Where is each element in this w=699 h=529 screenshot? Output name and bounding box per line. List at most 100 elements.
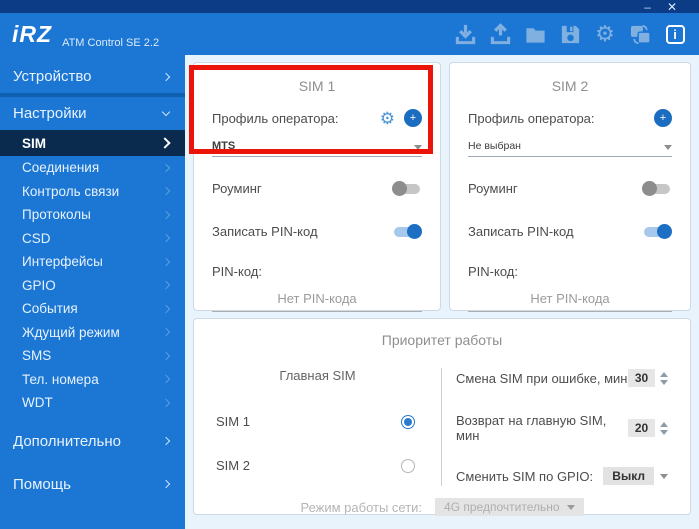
sim1-panel: SIM 1 Профиль оператора: MTS Роуминг Зап… (193, 62, 441, 312)
sidebar-item-events[interactable]: События (0, 297, 185, 321)
sim2-radio[interactable] (401, 458, 415, 473)
sim2-roaming-toggle[interactable] (642, 181, 670, 196)
sim1-pin-input[interactable] (212, 291, 422, 312)
chevron-right-icon (159, 137, 171, 149)
close-button[interactable]: ✕ (667, 1, 677, 13)
sidebar-item-sim[interactable]: SIM (0, 130, 185, 156)
priority-panel: Приоритет работы Главная SIM SIM 1 SIM 2… (193, 318, 691, 516)
sim2-operator-dropdown[interactable]: Не выбран (468, 140, 672, 157)
download-icon[interactable] (453, 22, 477, 46)
sidebar-item-device[interactable]: Устройство (0, 60, 185, 93)
sidebar-item-label: События (22, 301, 78, 317)
priority-fields-column: Смена SIM при ошибке, мин 30 Возврат на … (442, 354, 690, 486)
header-toolbar (453, 22, 687, 46)
sidebar-item-phone-numbers[interactable]: Тел. номера (0, 368, 185, 392)
sidebar-item-additional[interactable]: Дополнительно (0, 425, 185, 458)
settings-gear-icon[interactable] (593, 22, 617, 46)
sim1-pin-label: PIN-код: (212, 264, 262, 279)
dropdown-caret-icon (414, 145, 422, 150)
sim1-radio[interactable] (401, 414, 415, 429)
sidebar-item-label: GPIO (22, 277, 56, 293)
network-mode-select: 4G предпочтительно (435, 498, 584, 516)
sim1-option-label: SIM 1 (216, 414, 250, 429)
network-mode-label: Режим работы сети: (300, 499, 423, 515)
chevron-right-icon (161, 351, 171, 360)
main-content: SIM 1 Профиль оператора: MTS Роуминг Зап… (185, 55, 699, 529)
sidebar-item-settings[interactable]: Настройки (0, 97, 185, 130)
sidebar-item-label: Ждущий режим (22, 324, 120, 340)
chevron-right-icon (161, 210, 171, 219)
network-mode-value: 4G предпочтительно (444, 500, 560, 514)
profile-settings-gear-icon[interactable] (380, 110, 395, 127)
sim2-operator-value: Не выбран (468, 140, 521, 152)
add-profile-button[interactable] (654, 109, 672, 127)
sidebar-item-sms[interactable]: SMS (0, 344, 185, 368)
sim2-option-label: SIM 2 (216, 458, 250, 473)
sidebar-item-standby[interactable]: Ждущий режим (0, 321, 185, 345)
spinner-arrows[interactable] (660, 421, 668, 435)
spinner-arrows[interactable] (660, 371, 668, 385)
sim1-operator-dropdown[interactable]: MTS (212, 140, 422, 157)
sim-switch-error-spinner[interactable]: 30 (628, 369, 655, 387)
switch-sim-gpio-value: Выкл (603, 467, 654, 485)
open-folder-icon[interactable] (523, 22, 547, 46)
chevron-right-icon (161, 187, 171, 196)
sim2-panel: SIM 2 Профиль оператора: Не выбран Роуми… (449, 62, 691, 312)
main-sim-column: Главная SIM SIM 1 SIM 2 (194, 354, 441, 486)
sidebar-item-label: Настройки (13, 105, 87, 122)
sim1-write-pin-toggle[interactable] (394, 224, 422, 239)
sidebar-item-label: SIM (22, 135, 47, 151)
sidebar-item-protocols[interactable]: Протоколы (0, 203, 185, 227)
language-switch-icon[interactable] (628, 22, 652, 46)
minimize-button[interactable]: – (644, 1, 651, 13)
sim1-operator-profile-label: Профиль оператора: (212, 110, 339, 126)
chevron-right-icon (161, 328, 171, 337)
sim2-pin-input[interactable] (468, 291, 672, 312)
chevron-right-icon (161, 398, 171, 407)
info-icon[interactable] (663, 22, 687, 46)
sidebar-item-label: SMS (22, 348, 52, 364)
priority-title: Приоритет работы (381, 332, 503, 348)
chevron-right-icon (161, 436, 171, 446)
sidebar-item-wdt[interactable]: WDT (0, 391, 185, 415)
sidebar-item-label: Контроль связи (22, 183, 120, 199)
sim1-roaming-toggle[interactable] (392, 181, 420, 196)
add-profile-button[interactable] (404, 109, 422, 127)
spinner-up-icon (660, 421, 668, 427)
sidebar-item-connections[interactable]: Соединения (0, 156, 185, 180)
upload-icon[interactable] (488, 22, 512, 46)
chevron-right-icon (161, 163, 171, 172)
spinner-up-icon (660, 371, 668, 377)
sim2-roaming-label: Роуминг (468, 181, 518, 196)
sidebar-item-gpio[interactable]: GPIO (0, 274, 185, 298)
save-icon[interactable] (558, 22, 582, 46)
sim1-roaming-label: Роуминг (212, 181, 262, 196)
sim1-write-pin-label: Записать PIN-код (212, 224, 318, 239)
sidebar-item-label: Помощь (13, 475, 71, 493)
app-header: iRZ ATM Control SE 2.2 (0, 13, 699, 55)
sidebar-item-csd[interactable]: CSD (0, 227, 185, 251)
sidebar-item-help[interactable]: Помощь (0, 468, 185, 501)
chevron-right-icon (161, 257, 171, 266)
switch-sim-gpio-select[interactable]: Выкл (603, 467, 668, 485)
sim1-operator-value: MTS (212, 140, 236, 152)
dropdown-caret-icon (664, 145, 672, 150)
return-main-sim-label: Возврат на главную SIM, мин (456, 413, 607, 443)
sim2-write-pin-label: Записать PIN-код (468, 224, 574, 239)
window-titlebar: – ✕ (0, 0, 699, 13)
chevron-right-icon (161, 304, 171, 313)
return-main-sim-spinner[interactable]: 20 (628, 419, 655, 437)
switch-sim-gpio-label: Сменить SIM по GPIO: (456, 468, 594, 484)
chevron-right-icon (161, 234, 171, 243)
sidebar-item-link-control[interactable]: Контроль связи (0, 180, 185, 204)
sidebar-item-label: Протоколы (22, 207, 91, 223)
spinner-down-icon (660, 379, 668, 385)
sim2-write-pin-toggle[interactable] (644, 224, 672, 239)
sidebar-item-label: Дополнительно (13, 432, 121, 450)
chevron-right-icon (161, 479, 171, 489)
sidebar-item-label: WDT (22, 395, 53, 411)
sidebar-item-interfaces[interactable]: Интерфейсы (0, 250, 185, 274)
toggle-knob (407, 224, 422, 239)
chevron-right-icon (161, 281, 171, 290)
